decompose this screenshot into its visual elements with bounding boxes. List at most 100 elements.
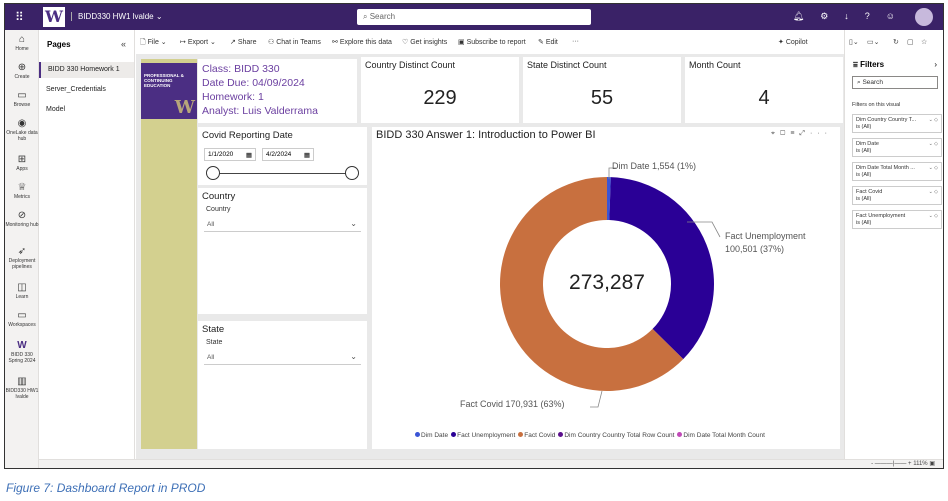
class-text: Class: BIDD 330 [202,63,280,75]
file-menu[interactable]: 🗋 File ⌄ [140,38,167,49]
chevron-down-icon: ⌄ [350,352,357,361]
kpi-title: Country Distinct Count [365,60,456,70]
date-range-track [210,173,352,174]
figure-caption: Figure 7: Dashboard Report in PROD [6,481,206,495]
home-icon: ⌂ [18,34,26,45]
kpi-country-distinct-count[interactable]: Country Distinct Count 229 [361,57,519,123]
avatar[interactable] [915,8,933,26]
copilot-button[interactable]: ✦ Copilot [778,38,808,46]
nav-home[interactable]: ⌂ Home [5,34,39,52]
help-icon[interactable]: ? [865,11,870,22]
nav-browse[interactable]: ▭ Browse [5,90,39,108]
apps-icon: ⊞ [17,154,27,165]
slicer-title: Covid Reporting Date [202,130,293,141]
slicer-title: State [202,324,225,335]
nav-create[interactable]: ⊕ Create [5,62,39,80]
kpi-state-distinct-count[interactable]: State Distinct Count 55 [523,57,681,123]
end-date-input[interactable]: 4/2/2024 ▦ [262,148,314,161]
legend-item[interactable]: Fact Covid [515,432,555,439]
workspaces-icon: ▭ [17,310,27,321]
donut-chart-card[interactable]: BIDD 330 Answer 1: Introduction to Power… [372,127,840,449]
subscribe-button[interactable]: ▣ Subscribe to report [458,38,526,46]
nav-bidd330-spring[interactable]: W BIDD 330 Spring 2024 [5,340,39,364]
chevron-down-icon[interactable]: ⌄ ◇ [929,117,938,124]
notifications-icon[interactable]: 🔔︎ [793,11,804,22]
nav-onelake[interactable]: ◉ OneLake data hub [5,118,39,142]
edit-button[interactable]: ✎ Edit [538,38,558,46]
state-dropdown[interactable]: All ⌄ [204,351,361,365]
nav-monitoring[interactable]: ⊘ Monitoring hub [5,210,39,228]
due-date-text: Date Due: 04/09/2024 [202,77,305,89]
legend-dot [677,432,683,437]
pages-panel: Pages « BIDD 330 Homework 1 Server_Crede… [39,30,135,468]
filter-card[interactable]: Dim Date Total Month ... is (All) ⌄ ◇ [852,162,942,181]
page-item[interactable]: Server_Credentials [39,82,134,98]
search-input[interactable]: ⌕ Search [357,9,591,25]
comment-icon[interactable]: ▢ [907,38,914,46]
explore-data-button[interactable]: ⚯ Explore this data [332,38,392,46]
share-button[interactable]: ↗ Share [230,38,257,46]
feedback-icon[interactable]: ☺ [886,11,895,22]
refresh-icon[interactable]: ↻ [893,38,899,46]
legend-label: Fact Unemployment [457,432,516,439]
country-dropdown[interactable]: All ⌄ [204,218,361,232]
legend-dot [518,432,524,437]
legend-item[interactable]: Fact Unemployment [448,432,515,439]
download-icon[interactable]: ↓ [844,11,849,22]
kpi-month-count[interactable]: Month Count 4 [685,57,843,123]
nav-deployment[interactable]: ➶ Deployment pipelines [5,246,39,270]
page-item[interactable]: Model [39,102,134,118]
kpi-title: Month Count [689,60,741,70]
nav-metrics[interactable]: ♕ Metrics [5,182,39,200]
leader-line [590,390,603,408]
collapse-icon[interactable]: « [121,39,126,49]
legend-item[interactable]: Dim Date Total Month Count [674,432,765,439]
chevron-down-icon[interactable]: ⌄ ◇ [929,213,938,220]
trophy-icon: ♕ [17,182,27,193]
range-start-handle[interactable] [206,166,220,180]
chevron-down-icon[interactable]: ⌄ ◇ [929,189,938,196]
calendar-icon[interactable]: ▦ [304,151,310,159]
bookmark-icon[interactable]: ▯⌄ [849,38,859,46]
favorite-icon[interactable]: ☆ [921,38,927,46]
range-end-handle[interactable] [345,166,359,180]
chevron-right-icon[interactable]: › [934,60,937,69]
kpi-title: State Distinct Count [527,60,607,70]
start-date-input[interactable]: 1/1/2020 ▦ [204,148,256,161]
legend-item[interactable]: Dim Date [412,432,448,439]
slicer-field-label: Country [206,206,231,213]
nav-apps[interactable]: ⊞ Apps [5,154,39,172]
filter-card[interactable]: Fact Unemployment is (All) ⌄ ◇ [852,210,942,229]
kpi-value: 229 [423,87,457,109]
homework-text: Homework: 1 [202,91,264,103]
legend-item[interactable]: Dim Country Country Total Row Count [555,432,674,439]
kpi-value: 55 [590,87,614,109]
filter-card[interactable]: Fact Covid is (All) ⌄ ◇ [852,186,942,205]
nav-workspaces[interactable]: ▭ Workspaces [5,310,39,328]
calendar-icon[interactable]: ▦ [246,151,252,159]
app-launcher-icon[interactable]: ⠿ [15,10,24,24]
slicer-field-label: State [206,339,223,346]
chat-in-teams-button[interactable]: ⚇ Chat in Teams [268,38,321,46]
zoom-control[interactable]: - ———|—— + 111% ▣ [871,460,935,467]
filter-search-input[interactable]: ⌕ Search [852,76,938,89]
nav-hw1-report[interactable]: ▥ BIDD330 HW1 lvalde [5,376,39,400]
page-item[interactable]: BIDD 330 Homework 1 [39,62,134,78]
view-icon[interactable]: ▭⌄ [867,38,879,46]
filters-title: ⩸ Filters [853,60,885,69]
filter-card[interactable]: Dim Country Country T... is (All) ⌄ ◇ [852,114,942,133]
filter-card[interactable]: Dim Date is (All) ⌄ ◇ [852,138,942,157]
donut-slice-fact-unemployment[interactable] [609,177,714,360]
more-options-icon[interactable]: ··· [572,38,579,45]
chevron-down-icon[interactable]: ⌄ ◇ [929,165,938,172]
chevron-down-icon[interactable]: ⌄ ◇ [929,141,938,148]
export-menu[interactable]: ↦ Export ⌄ [180,38,216,46]
country-slicer: Country Country All ⌄ [198,188,367,314]
settings-icon[interactable]: ⚙ [820,11,828,22]
uw-logo-icon: W [43,7,65,27]
get-insights-button[interactable]: ♡ Get insights [402,38,447,46]
filters-pane: ▯⌄ ▭⌄ ↻ ▢ ☆ ⩸ Filters › ⌕ Search Filters… [844,30,943,459]
nav-learn[interactable]: ◫ Learn [5,282,39,300]
workspace-name[interactable]: BIDD330 HW1 lvalde ⌄ [71,12,163,21]
chevron-down-icon: ⌄ [350,219,357,228]
